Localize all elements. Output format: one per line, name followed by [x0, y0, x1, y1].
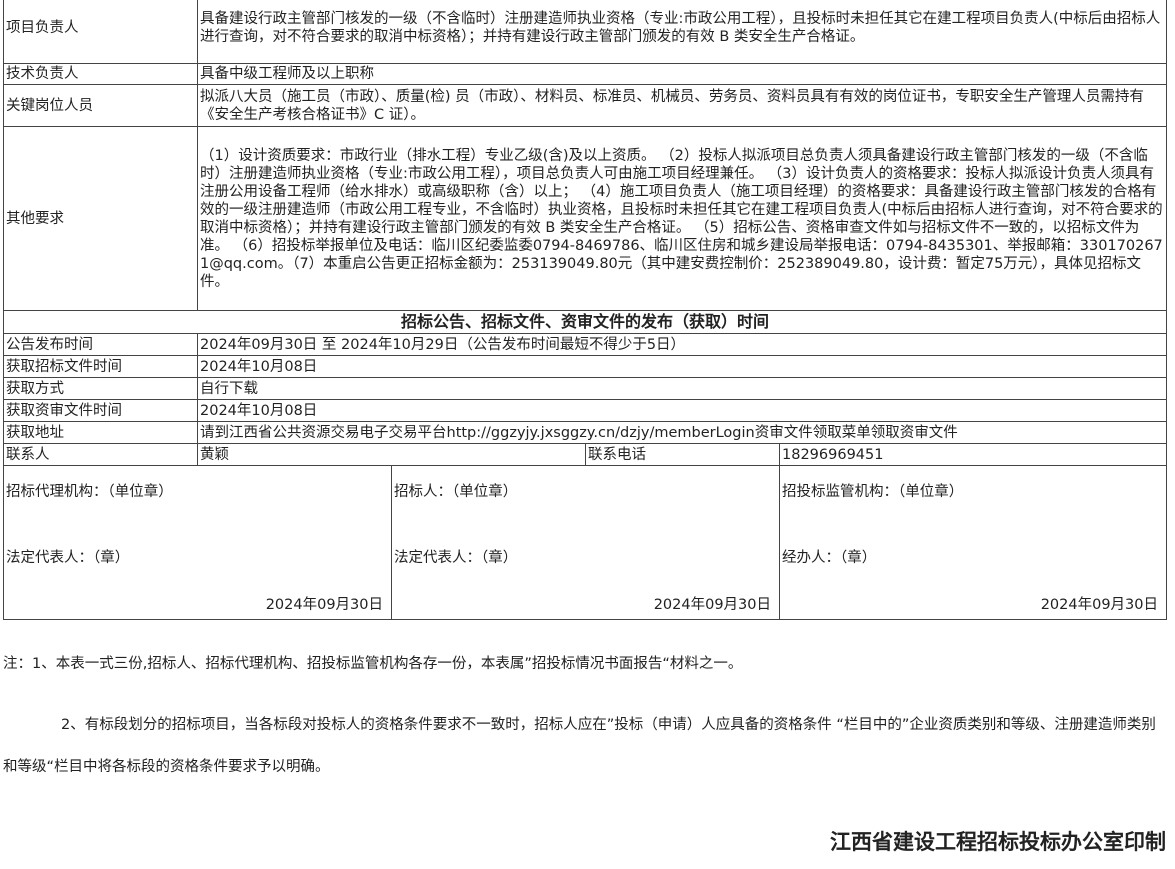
document-page: 项目负责人 具备建设行政主管部门核发的一级（不含临时）注册建造师执业资格（专业:…: [0, 0, 1175, 869]
row-publish-time: 公告发布时间 2024年09月30日 至 2024年10月29日（公告发布时间最…: [3, 333, 1168, 356]
label-tender-doc-time: 获取招标文件时间: [3, 355, 198, 378]
row-key-personnel: 关键岗位人员 拟派八大员（施工员（市政）、质量(检) 员（市政）、材料员、标准员…: [3, 84, 1168, 127]
label-project-leader: 项目负责人: [3, 0, 198, 64]
signature-block-supervisor: 招投标监管机构：（单位章） 经办人：（章） 2024年09月30日: [778, 465, 1168, 620]
row-technical-leader: 技术负责人 具备中级工程师及以上职称: [3, 63, 1168, 85]
signature-block-agency: 招标代理机构：（单位章） 法定代表人：（章） 2024年09月30日: [3, 465, 392, 620]
label-obtain-address: 获取地址: [3, 421, 198, 444]
note-2: 2、有标段划分的招标项目，当各标段对投标人的资格条件要求不一致时，招标人应在”投…: [3, 717, 1156, 775]
label-contact-phone: 联系电话: [585, 443, 780, 466]
signature-agency-date: 2024年09月30日: [265, 596, 383, 613]
value-technical-leader: 具备中级工程师及以上职称: [196, 63, 1168, 85]
label-qualification-doc-time: 获取资审文件时间: [3, 399, 198, 422]
label-publish-time: 公告发布时间: [3, 333, 198, 356]
value-publish-time: 2024年09月30日 至 2024年10月29日（公告发布时间最短不得少于5日…: [196, 333, 1168, 356]
signature-tenderer-date: 2024年09月30日: [653, 596, 771, 613]
note-1: 注：1、本表一式三份,招标人、招标代理机构、招投标监管机构各存一份，本表属”招投…: [3, 656, 743, 672]
value-qualification-doc-time: 2024年10月08日: [196, 399, 1168, 422]
value-obtain-method: 自行下载: [196, 377, 1168, 400]
signature-tenderer-seal-line: 招标人：（单位章）: [394, 483, 518, 500]
value-obtain-address: 请到江西省公共资源交易电子交易平台http://ggzyjy.jxsggzy.c…: [196, 421, 1168, 444]
signature-tenderer-rep-line: 法定代表人：（章）: [394, 549, 518, 566]
value-tender-doc-time: 2024年10月08日: [196, 355, 1168, 378]
footer-issuing-office: 江西省建设工程招标投标办公室印制: [830, 829, 1166, 854]
signature-supervisor-seal-line: 招投标监管机构：（单位章）: [782, 483, 964, 500]
signature-agency-seal-line: 招标代理机构：（单位章）: [6, 483, 173, 500]
label-contact-person: 联系人: [3, 443, 198, 466]
value-key-personnel: 拟派八大员（施工员（市政）、质量(检) 员（市政）、材料员、标准员、机械员、劳务…: [196, 84, 1168, 127]
label-technical-leader: 技术负责人: [3, 63, 198, 85]
value-project-leader: 具备建设行政主管部门核发的一级（不含临时）注册建造师执业资格（专业:市政公用工程…: [196, 0, 1168, 64]
row-other-requirements: 其他要求 （1）设计资质要求：市政行业（排水工程）专业乙级(含)及以上资质。 （…: [3, 126, 1168, 311]
signature-supervisor-handler-line: 经办人：（章）: [782, 549, 877, 566]
section-title: 招标公告、招标文件、资审文件的发布（获取）时间: [2, 310, 1168, 334]
row-contact: 联系人 黄颖 联系电话 18296969451: [3, 443, 1168, 466]
tender-form-table: 项目负责人 具备建设行政主管部门核发的一级（不含临时）注册建造师执业资格（专业:…: [2, 0, 1168, 620]
row-signatures: 招标代理机构：（单位章） 法定代表人：（章） 2024年09月30日 招标人：（…: [3, 465, 1168, 620]
label-key-personnel: 关键岗位人员: [3, 84, 198, 127]
signature-block-tenderer: 招标人：（单位章） 法定代表人：（章） 2024年09月30日: [391, 465, 780, 620]
signature-supervisor-date: 2024年09月30日: [1040, 596, 1159, 613]
value-contact-phone: 18296969451: [778, 443, 1168, 466]
value-contact-person: 黄颖: [197, 443, 586, 466]
row-section-title: 招标公告、招标文件、资审文件的发布（获取）时间: [2, 310, 1168, 334]
row-obtain-method: 获取方式 自行下载: [3, 377, 1168, 400]
row-project-leader: 项目负责人 具备建设行政主管部门核发的一级（不含临时）注册建造师执业资格（专业:…: [3, 0, 1168, 64]
row-tender-doc-time: 获取招标文件时间 2024年10月08日: [3, 355, 1168, 378]
label-other-requirements: 其他要求: [3, 126, 198, 311]
signature-agency-rep-line: 法定代表人：（章）: [6, 549, 130, 566]
label-obtain-method: 获取方式: [3, 377, 198, 400]
row-obtain-address: 获取地址 请到江西省公共资源交易电子交易平台http://ggzyjy.jxsg…: [3, 421, 1168, 444]
row-qualification-doc-time: 获取资审文件时间 2024年10月08日: [3, 399, 1168, 422]
value-other-requirements: （1）设计资质要求：市政行业（排水工程）专业乙级(含)及以上资质。 （2）投标人…: [196, 126, 1168, 311]
